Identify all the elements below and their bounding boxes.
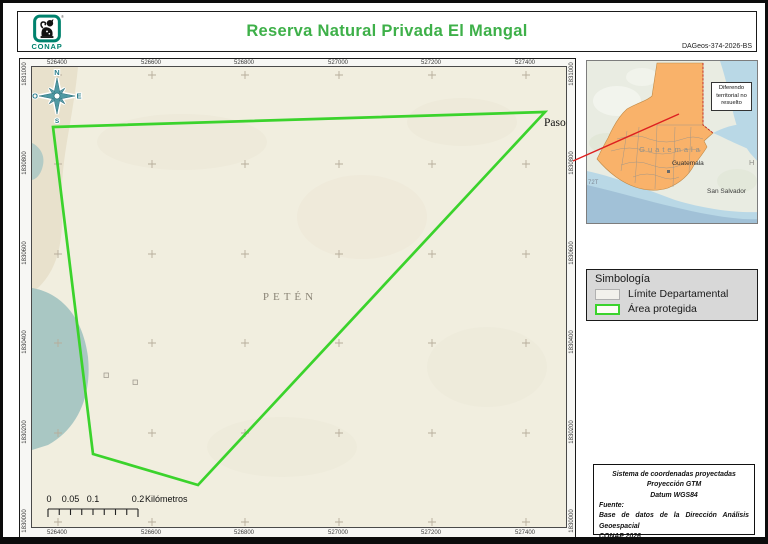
y-coordinate-label-right: 1830800 [569,143,577,183]
header-bar: CONAP ® Reserva Natural Privada El Manga… [17,11,757,52]
legend-item-label: Área protegida [628,303,697,315]
y-coordinate-label-left: 1830400 [22,322,30,362]
conap-logo-text: CONAP [25,42,69,51]
x-coordinate-label-top: 526800 [224,60,264,66]
x-coordinate-label-top: 526600 [131,60,171,66]
compass-s: S [55,118,60,125]
x-coordinate-label-bottom: 527200 [411,530,451,536]
registered-mark-icon: ® [61,14,64,19]
y-coordinate-label-left: 1831000 [22,54,30,94]
building-marks [104,373,138,385]
x-coordinate-label-bottom: 526400 [37,530,77,536]
y-coordinate-label-right: 1830400 [569,322,577,362]
honduras-partial-label: H o [749,158,758,167]
x-coordinate-label-top: 527000 [318,60,358,66]
y-coordinate-label-left: 1830800 [22,143,30,183]
page-title: Reserva Natural Privada El Mangal [18,22,756,41]
compass-n: N [54,68,59,77]
compass-o: O [32,92,38,101]
territorial-note: Diferendo territorial no resuelto [711,82,752,111]
legend-box: Simbología Límite Departamental Área pro… [586,269,758,321]
document-code: DAGeos-374-2026-BS [682,43,752,50]
x-coordinate-label-bottom: 527400 [505,530,545,536]
scale-0: 0 [46,494,51,504]
water-body [32,288,89,450]
projection-line: Proyección GTM [599,480,749,490]
map-layout-page: CONAP ® Reserva Natural Privada El Manga… [0,0,768,544]
legend-item-protected: Área protegida [595,303,749,315]
region-label: PETÉN [242,291,338,303]
scale-01: 0.1 [87,494,100,504]
y-coordinate-label-right: 1831000 [569,54,577,94]
x-coordinate-label-bottom: 527000 [318,530,358,536]
x-coordinate-label-top: 527400 [505,60,545,66]
legend-title: Simbología [595,273,749,285]
scale-ruler [32,508,162,520]
locator-inset-map: Guatemala Guatemala San Salvador H o 72T… [586,60,758,224]
x-coordinate-label-top: 527200 [411,60,451,66]
x-coordinate-label-top: 526400 [37,60,77,66]
y-coordinate-label-left: 1830000 [22,501,30,541]
country-label: Guatemala [615,145,727,154]
protected-area-swatch [595,304,620,315]
y-coordinate-label-left: 1830200 [22,412,30,452]
y-coordinate-label-right: 1830200 [569,412,577,452]
legend-item-departmental: Límite Departamental [595,288,749,300]
terrain-patches [32,67,547,477]
scale-unit: Kilómetros [145,494,188,504]
scale-005: 0.05 [62,494,80,504]
departmental-boundary-swatch [595,289,620,300]
san-salvador-label: San Salvador [707,188,746,195]
fuente-label: Fuente: [599,501,749,511]
scale-bar: 0 0.05 0.1 0.2 Kilómetros [32,494,262,524]
legend-item-label: Límite Departamental [628,288,728,300]
compass-e: E [76,92,81,101]
source-info-box: Sistema de coordenadas proyectadas Proye… [593,464,755,535]
capital-city-dot [667,170,670,173]
source-line-1: Base de datos de la Dirección Análisis G… [599,511,749,532]
y-coordinate-label-right: 1830600 [569,233,577,273]
y-coordinate-label-right: 1830000 [569,501,577,541]
main-map-canvas: N S E O PETÉN Paso 0 0.05 0.1 0.2 Kilóme… [31,66,567,528]
y-coordinate-label-left: 1830600 [22,233,30,273]
datum-line: Datum WGS84 [599,491,749,501]
scale-02: 0.2 [132,494,145,504]
source-line-1b: CONAP 2026 [599,532,749,542]
place-label: Paso [544,117,566,129]
edge-partial-label: 72T [588,180,598,186]
main-map-frame: N S E O PETÉN Paso 0 0.05 0.1 0.2 Kilóme… [19,58,576,539]
x-coordinate-label-bottom: 526800 [224,530,264,536]
x-coordinate-label-bottom: 526600 [131,530,171,536]
crs-line: Sistema de coordenadas proyectadas [599,470,749,480]
capital-city-label: Guatemala [672,160,704,167]
